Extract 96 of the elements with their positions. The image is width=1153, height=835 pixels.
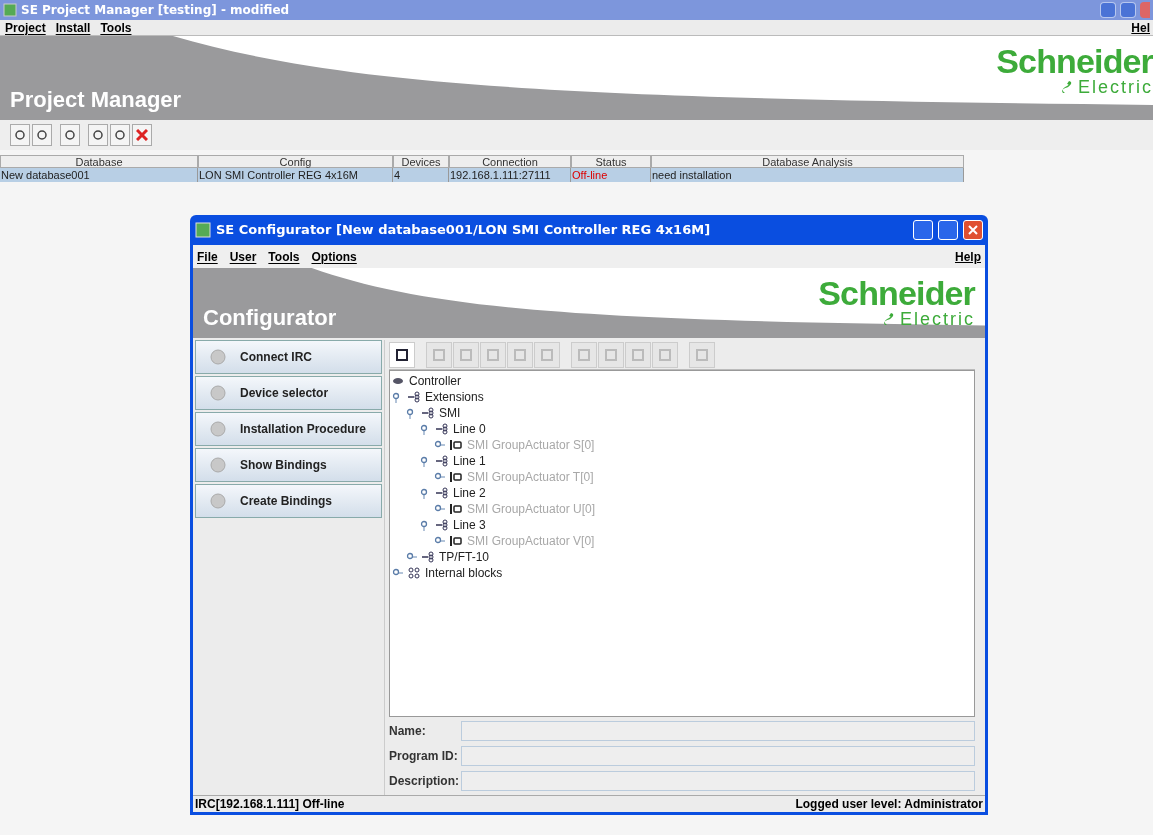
column-header[interactable]: Connection — [449, 155, 571, 168]
device-icon — [449, 439, 463, 451]
app-icon — [195, 222, 211, 238]
column-header[interactable]: Status — [571, 155, 651, 168]
side-button[interactable]: Connect IRC — [195, 340, 382, 374]
input-field[interactable] — [461, 721, 975, 741]
toolbar-button[interactable] — [389, 341, 415, 368]
window-title: SE Configurator [New database001/LON SMI Controller REG 4x16M] — [216, 221, 712, 240]
field-label: Description: — [389, 773, 460, 790]
close-button[interactable] — [963, 220, 983, 240]
device-icon — [449, 503, 463, 515]
delete-icon — [136, 129, 148, 141]
table-cell: New database001 — [0, 168, 198, 182]
logo-text: Electric — [1078, 78, 1153, 96]
table-cell: LON SMI Controller REG 4x16M — [198, 168, 393, 182]
tool-icon — [513, 347, 527, 362]
tool-icon — [36, 129, 48, 141]
input-field[interactable] — [461, 771, 975, 791]
menu-item[interactable]: User — [229, 247, 257, 266]
tool-icon — [486, 347, 500, 362]
field-label: Program ID: — [389, 748, 459, 765]
bus-icon — [407, 391, 421, 403]
column-header[interactable]: Database — [0, 155, 198, 168]
tool-icon — [604, 347, 618, 362]
status-text: IRC[192.168.1.111] Off-line — [195, 796, 345, 813]
table-row[interactable]: New database001 LON SMI Controller REG 4x16M 4 192.168.1.111:27111 Off-line need installation — [0, 168, 964, 182]
table-cell: need installation — [651, 168, 964, 182]
tool-icon — [432, 347, 446, 362]
tree-item[interactable]: Line 3 — [453, 516, 486, 534]
tool-icon — [658, 347, 672, 362]
tool-icon — [631, 347, 645, 362]
banner-title: Project Manager — [10, 86, 182, 114]
toolbar-button[interactable] — [60, 124, 80, 146]
window-title: SE Project Manager [testing] - modified — [21, 2, 291, 19]
column-header[interactable]: Database Analysis — [651, 155, 964, 168]
bus-icon — [435, 487, 449, 499]
blocks-icon — [407, 567, 421, 579]
status-text: Logged user level: Administrator — [795, 796, 983, 813]
tool-icon — [540, 347, 554, 362]
table-cell: 4 — [393, 168, 449, 182]
tool-icon — [14, 129, 26, 141]
tool-icon — [64, 129, 76, 141]
menu-item[interactable]: Hel — [1131, 18, 1150, 37]
column-header[interactable]: Devices — [393, 155, 449, 168]
logo-text: Schneider — [818, 276, 975, 310]
banner-title: Configurator — [203, 304, 337, 332]
tree-item[interactable]: Controller — [409, 372, 462, 390]
table-cell: Off-line — [571, 168, 651, 182]
table-cell: 192.168.1.111:27111 — [449, 168, 571, 182]
side-button[interactable]: Device selector — [195, 376, 382, 410]
column-header[interactable]: Config — [198, 155, 393, 168]
bus-icon — [421, 407, 435, 419]
tree-item[interactable]: TP/FT-10 — [439, 548, 489, 566]
menu-item[interactable]: Install — [55, 18, 91, 37]
bus-icon — [435, 455, 449, 467]
device-icon — [449, 471, 463, 483]
tool-icon — [92, 129, 104, 141]
menu-item[interactable]: Project — [5, 18, 46, 37]
tool-icon — [695, 347, 709, 362]
input-field[interactable] — [461, 746, 975, 766]
tree-item[interactable]: Extensions — [425, 388, 484, 406]
device-icon — [449, 535, 463, 547]
minimize-button[interactable] — [1100, 2, 1116, 18]
toolbar-button[interactable] — [32, 124, 52, 146]
tool-icon — [459, 347, 473, 362]
tool-icon — [395, 347, 409, 362]
field-label: Name: — [389, 723, 427, 740]
toolbar-button[interactable] — [110, 124, 130, 146]
maximize-button[interactable] — [938, 220, 958, 240]
bus-icon — [435, 519, 449, 531]
controller-icon — [391, 375, 405, 387]
menu-item[interactable]: Help — [955, 247, 981, 266]
tree-item[interactable]: Internal blocks — [425, 564, 503, 582]
bus-icon — [435, 423, 449, 435]
menu-item[interactable]: File — [197, 247, 218, 266]
tree-item[interactable]: Line 0 — [453, 420, 486, 438]
logo-text: Electric — [900, 310, 975, 328]
close-icon — [968, 225, 978, 235]
bus-icon — [421, 551, 435, 563]
tree-item[interactable]: SMI — [439, 404, 461, 422]
minimize-button[interactable] — [913, 220, 933, 240]
side-button[interactable]: Show Bindings — [195, 448, 382, 482]
tree-item[interactable]: Line 1 — [453, 452, 486, 470]
menu-item[interactable]: Tools — [268, 247, 300, 266]
logo-text: Schneider — [996, 44, 1153, 78]
tree-item[interactable]: Line 2 — [453, 484, 486, 502]
restore-button[interactable] — [1120, 2, 1136, 18]
toolbar-button[interactable] — [10, 124, 30, 146]
side-button[interactable]: Installation Procedure — [195, 412, 382, 446]
app-icon — [3, 3, 17, 17]
menu-item[interactable]: Options — [311, 247, 357, 266]
side-button[interactable]: Create Bindings — [195, 484, 382, 518]
menu-item[interactable]: Tools — [100, 18, 132, 37]
tool-icon — [114, 129, 126, 141]
toolbar-button[interactable] — [88, 124, 108, 146]
tool-icon — [577, 347, 591, 362]
